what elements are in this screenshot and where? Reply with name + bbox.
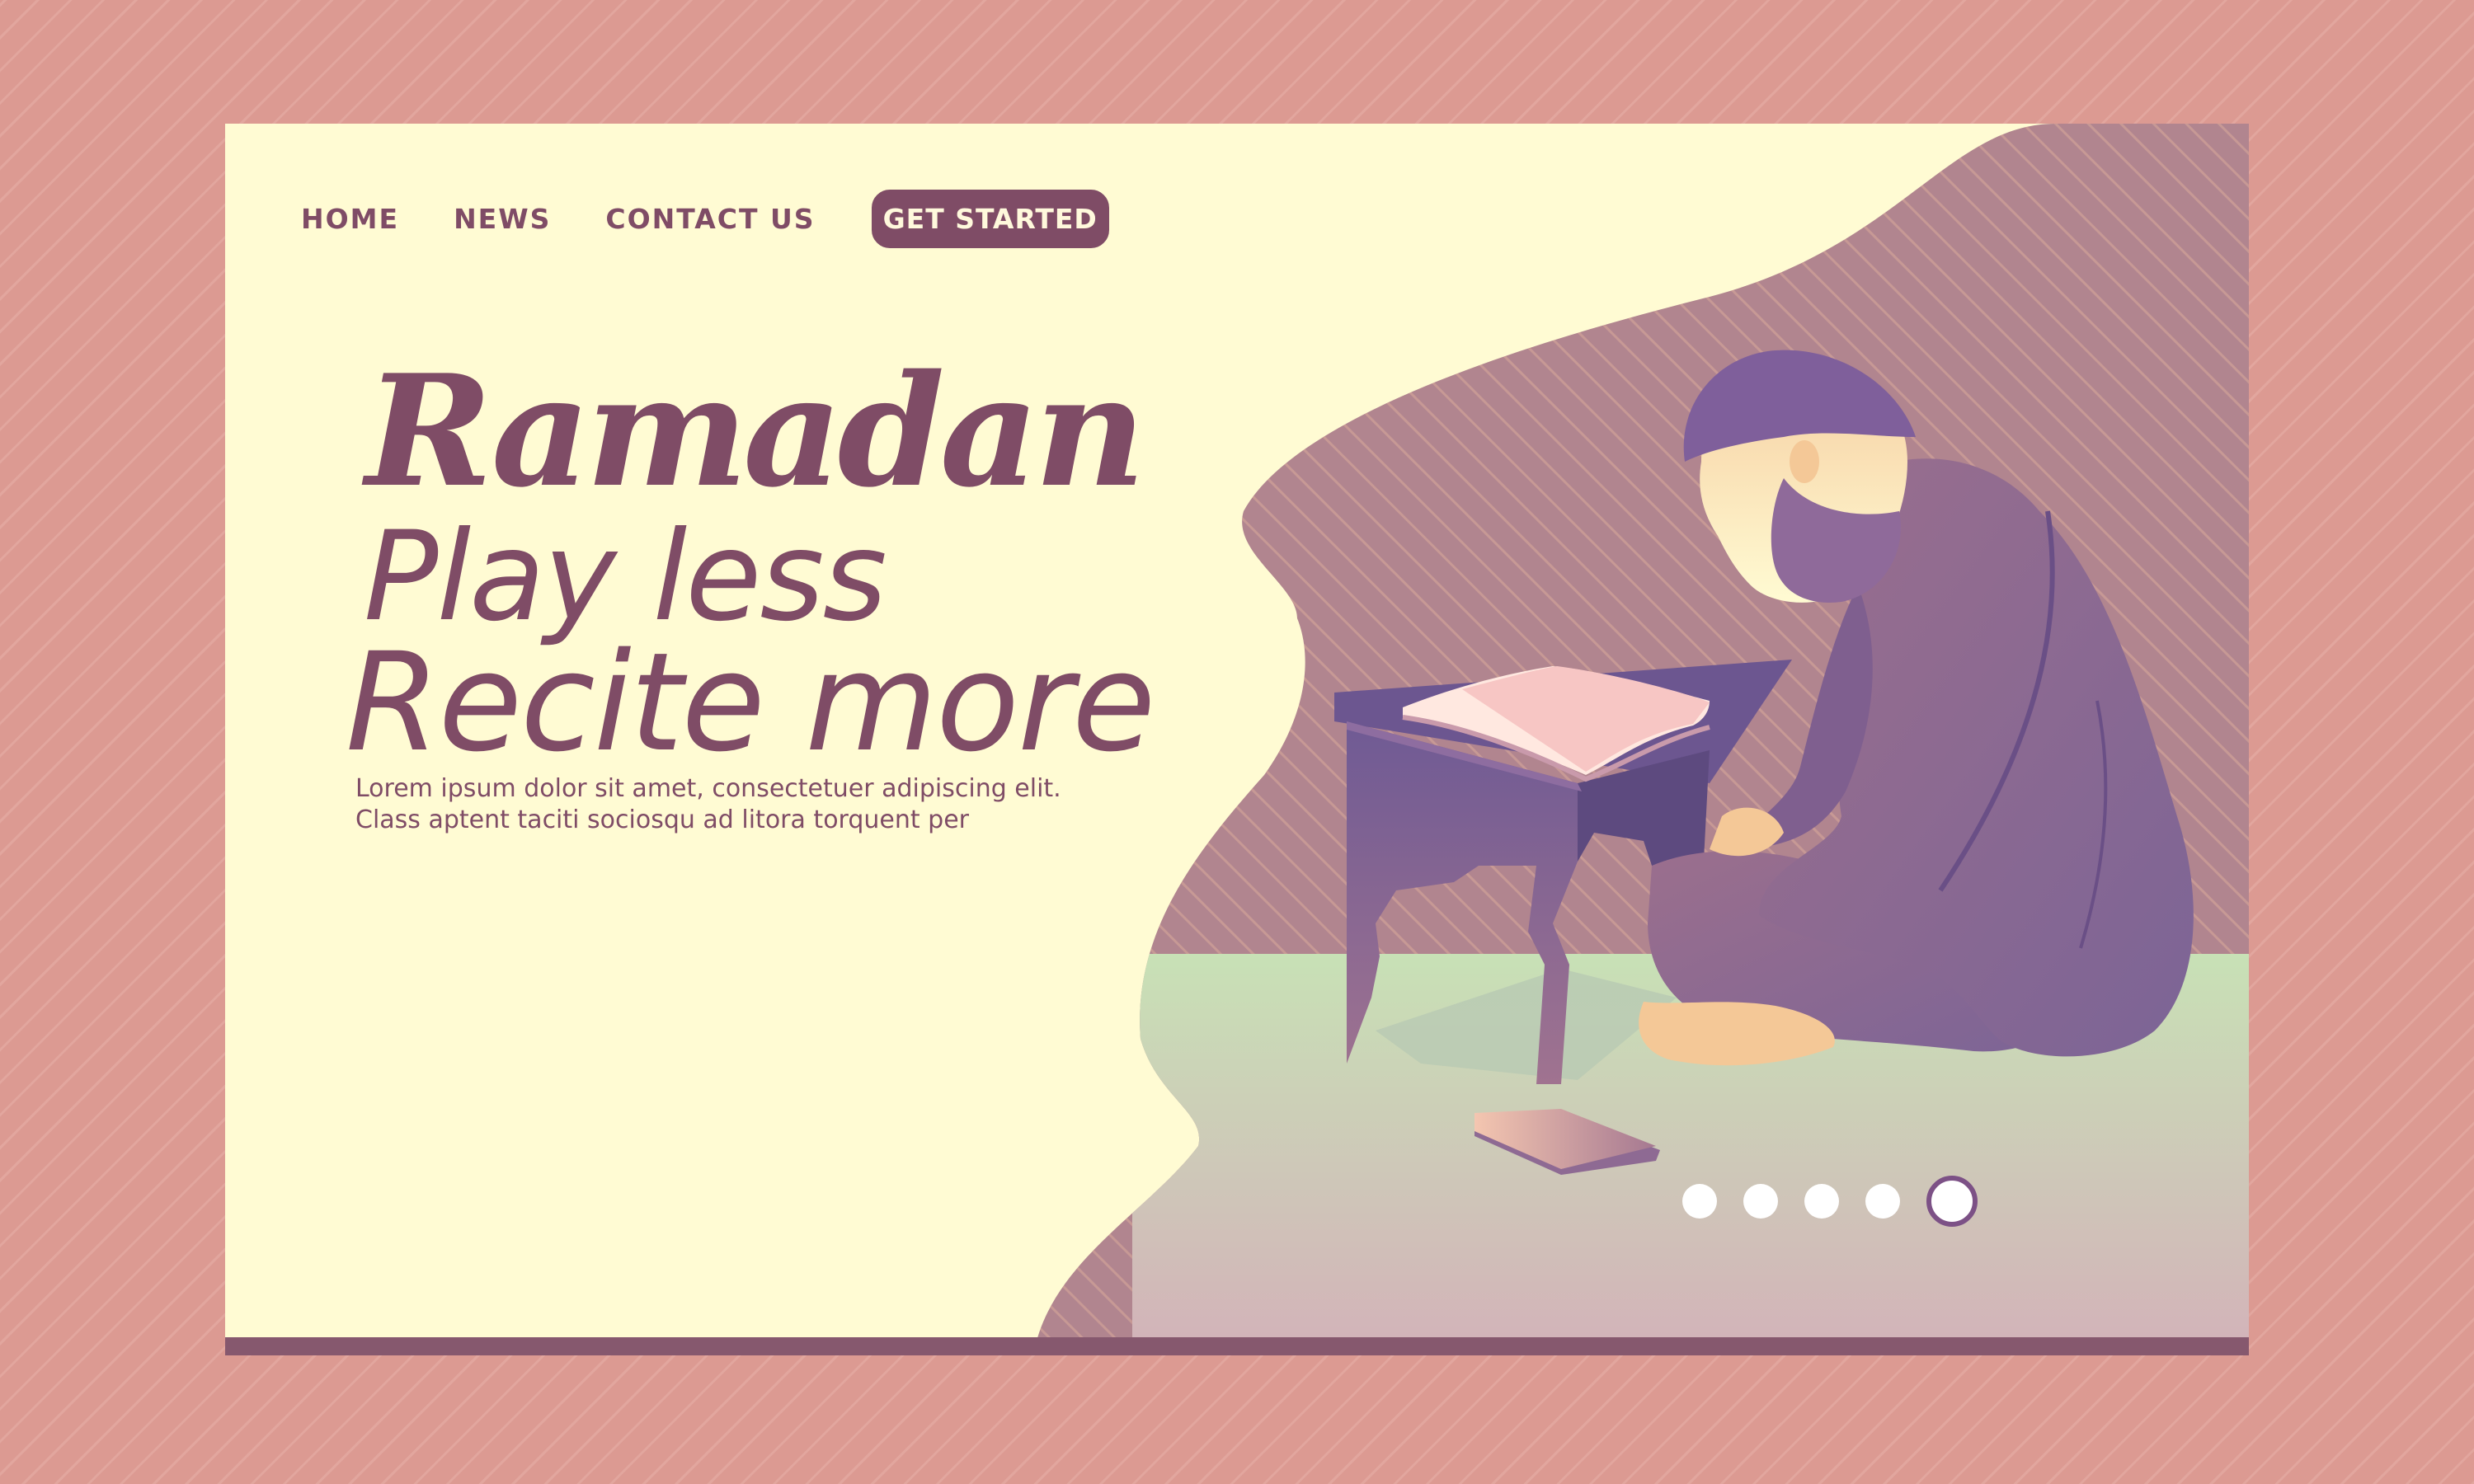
carousel-dot-5-active[interactable]	[1926, 1176, 1978, 1227]
carousel-dot-4[interactable]	[1865, 1184, 1900, 1219]
hero-subtitle-line-1: Play less	[364, 505, 887, 649]
hero-title: Ramadan	[365, 340, 1145, 521]
top-navigation: HOME NEWS CONTACT US GET STARTED	[301, 189, 1109, 248]
nav-news[interactable]: NEWS	[454, 203, 551, 235]
nav-home[interactable]: HOME	[301, 203, 399, 235]
get-started-button[interactable]: GET STARTED	[871, 189, 1109, 248]
nav-contact-us[interactable]: CONTACT US	[605, 203, 815, 235]
carousel-dot-3[interactable]	[1804, 1184, 1839, 1219]
carousel-dot-2[interactable]	[1743, 1184, 1778, 1219]
carousel-dot-1[interactable]	[1682, 1184, 1717, 1219]
hero-description: Lorem ipsum dolor sit amet, consectetuer…	[355, 774, 1061, 834]
landing-card: HOME NEWS CONTACT US GET STARTED Ramadan…	[225, 124, 2249, 1355]
card-bottom-bar	[225, 1337, 2249, 1355]
carousel-pagination	[1682, 1176, 1978, 1227]
hero-subtitle-line-2: Recite more	[346, 623, 1155, 782]
